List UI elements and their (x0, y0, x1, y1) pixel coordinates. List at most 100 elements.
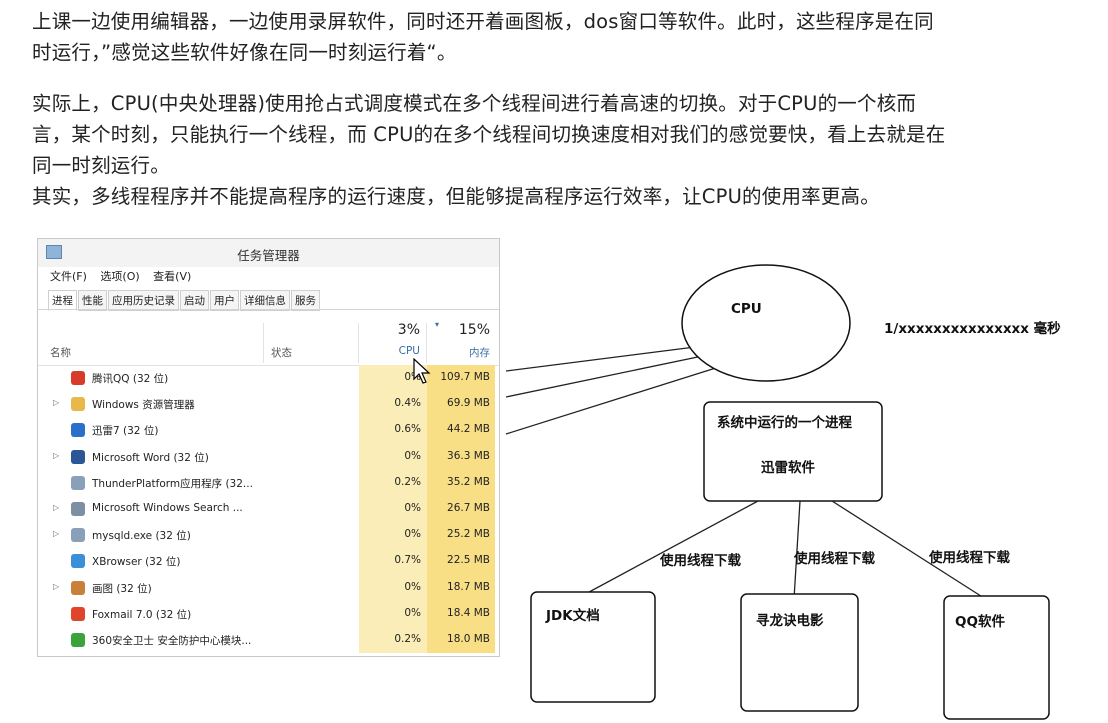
process-name: Microsoft Word (32 位) (92, 451, 209, 464)
app-window-icon (71, 475, 85, 490)
folder-icon (71, 397, 85, 412)
expand-chevron-icon[interactable]: ▷ (53, 503, 59, 512)
mouse-cursor-icon (413, 358, 431, 384)
conclusion-line: 其实，多线程程序并不能提高程序的运行速度，但能够提高程序运行效率，让CPU的使用… (32, 185, 880, 208)
cpu-total-percent: 3% (397, 322, 420, 338)
process-row[interactable]: Foxmail 7.0 (32 位) 0% 18.4 MB (38, 600, 499, 627)
process-name: Foxmail 7.0 (32 位) (92, 608, 192, 621)
process-memory: 18.7 MB (447, 580, 490, 593)
process-name: Windows 资源管理器 (92, 399, 195, 412)
column-divider (263, 323, 264, 363)
shield-360-icon (71, 632, 85, 647)
process-cpu: 0% (404, 606, 421, 619)
process-row[interactable]: 迅雷7 (32 位) 0.6% 44.2 MB (38, 417, 499, 444)
task-label-qq: QQ软件 (955, 614, 1005, 630)
process-memory: 69.9 MB (447, 397, 490, 410)
intro-paragraph: 上课一边使用编辑器，一边使用录屏软件，同时还开着画图板，dos窗口等软件。此时，… (32, 6, 1092, 68)
process-title: 系统中运行的一个进程 (717, 415, 852, 431)
process-name: XBrowser (32 位) (92, 556, 181, 569)
column-cpu[interactable]: CPU (368, 345, 420, 357)
column-divider (426, 323, 427, 363)
process-cpu: 0% (404, 449, 421, 462)
process-cpu: 0% (404, 580, 421, 593)
process-row[interactable]: ▷ Microsoft Word (32 位) 0% 36.3 MB (38, 443, 499, 470)
tab-divider (38, 309, 499, 310)
process-name: ThunderPlatform应用程序 (32... (92, 477, 253, 490)
process-cpu: 0.7% (394, 554, 421, 567)
process-row[interactable]: ▷ mysqld.exe (32 位) 0% 25.2 MB (38, 522, 499, 549)
word-icon (71, 449, 85, 464)
process-cpu: 0.4% (394, 397, 421, 410)
thread-label-1: 使用线程下载 (660, 553, 741, 569)
process-name: mysqld.exe (32 位) (92, 530, 191, 543)
search-user-icon (71, 501, 85, 516)
column-divider (358, 323, 359, 363)
process-memory: 36.3 MB (447, 449, 490, 462)
expand-chevron-icon[interactable]: ▷ (53, 582, 59, 591)
expand-chevron-icon[interactable]: ▷ (53, 398, 59, 407)
tab-details[interactable]: 详细信息 (240, 290, 290, 311)
expand-chevron-icon[interactable]: ▷ (53, 529, 59, 538)
process-cpu: 0.6% (394, 423, 421, 436)
column-name[interactable]: 名称 (50, 345, 71, 360)
foxmail-icon (71, 606, 85, 621)
process-row[interactable]: XBrowser (32 位) 0.7% 22.5 MB (38, 548, 499, 575)
connector-line (505, 360, 739, 435)
process-memory: 109.7 MB (440, 371, 490, 383)
menu-bar: 文件(F) 选项(O) 查看(V) (50, 268, 201, 286)
process-name: 迅雷7 (32 位) (92, 425, 159, 438)
process-name: 画图 (32 位) (92, 582, 152, 595)
process-cpu: 0% (404, 528, 421, 541)
process-row[interactable]: 360安全卫士 安全防护中心模块... 0.2% 18.0 MB (38, 626, 499, 654)
process-memory: 35.2 MB (447, 475, 490, 488)
menu-view[interactable]: 查看(V) (153, 270, 191, 283)
process-memory: 26.7 MB (447, 501, 490, 514)
column-status[interactable]: 状态 (271, 345, 292, 360)
process-name: 迅雷软件 (761, 460, 815, 476)
tab-app-history[interactable]: 应用历史记录 (108, 290, 179, 311)
tab-strip: 进程 性能 应用历史记录 启动 用户 详细信息 服务 (48, 289, 321, 311)
intro-line-2: 时运行，”感觉这些软件好像在同一时刻运行着“。 (32, 41, 457, 64)
process-row[interactable]: ▷ Windows 资源管理器 0.4% 69.9 MB (38, 391, 499, 418)
timeslice-label: 1/xxxxxxxxxxxxxxx 毫秒 (884, 321, 1061, 337)
process-memory: 25.2 MB (447, 528, 490, 541)
process-name: Microsoft Windows Search ... (92, 501, 243, 514)
tab-services[interactable]: 服务 (291, 290, 320, 311)
menu-file[interactable]: 文件(F) (50, 270, 87, 283)
process-row[interactable]: ThunderPlatform应用程序 (32... 0.2% 35.2 MB (38, 469, 499, 496)
tab-processes[interactable]: 进程 (48, 290, 77, 311)
explanation-line-1: 实际上，CPU(中央处理器)使用抢占式调度模式在多个线程间进行着高速的切换。对于… (32, 92, 917, 115)
process-memory: 44.2 MB (447, 423, 490, 436)
explanation-paragraph: 实际上，CPU(中央处理器)使用抢占式调度模式在多个线程间进行着高速的切换。对于… (32, 88, 1092, 212)
process-list: 腾讯QQ (32 位) 0% 109.7 MB ▷ Windows 资源管理器 0.4% 6… (38, 365, 499, 654)
task-label-movie: 寻龙诀电影 (756, 613, 824, 629)
window-title: 任务管理器 (237, 248, 300, 263)
explanation-line-3: 同一时刻运行。 (32, 154, 170, 177)
cpu-label: CPU (731, 301, 762, 317)
intro-line-1: 上课一边使用编辑器，一边使用录屏软件，同时还开着画图板，dos窗口等软件。此时，… (32, 10, 934, 33)
app-window-icon (71, 528, 85, 543)
column-memory[interactable]: 内存 (430, 345, 490, 360)
explanation-line-2: 言，某个时刻，只能执行一个线程，而 CPU的在多个线程间切换速度相对我们的感觉要… (32, 123, 946, 146)
process-name: 360安全卫士 安全防护中心模块... (92, 634, 252, 647)
tab-performance[interactable]: 性能 (78, 290, 107, 311)
task-manager-window: 任务管理器 文件(F) 选项(O) 查看(V) 进程 性能 应用历史记录 启动 用户 详细… (37, 238, 500, 657)
qq-penguin-icon (71, 371, 85, 385)
menu-options[interactable]: 选项(O) (100, 270, 139, 283)
thread-label-2: 使用线程下载 (794, 551, 875, 567)
process-memory: 22.5 MB (447, 554, 490, 567)
process-cpu: 0% (404, 501, 421, 514)
process-memory: 18.4 MB (447, 606, 490, 619)
process-name: 腾讯QQ (32 位) (92, 373, 169, 385)
memory-total-percent: 15% (458, 322, 490, 338)
process-row[interactable]: ▷ 画图 (32 位) 0% 18.7 MB (38, 574, 499, 601)
thunder-icon (71, 423, 85, 438)
tab-users[interactable]: 用户 (210, 290, 239, 311)
process-row[interactable]: ▷ Microsoft Windows Search ... 0% 26.7 MB (38, 495, 499, 523)
paint-icon (71, 580, 85, 595)
connector-line (505, 346, 696, 372)
tab-startup[interactable]: 启动 (180, 290, 209, 311)
expand-chevron-icon[interactable]: ▷ (53, 451, 59, 460)
thread-label-3: 使用线程下载 (929, 550, 1010, 566)
title-bar: 任务管理器 (38, 239, 499, 267)
